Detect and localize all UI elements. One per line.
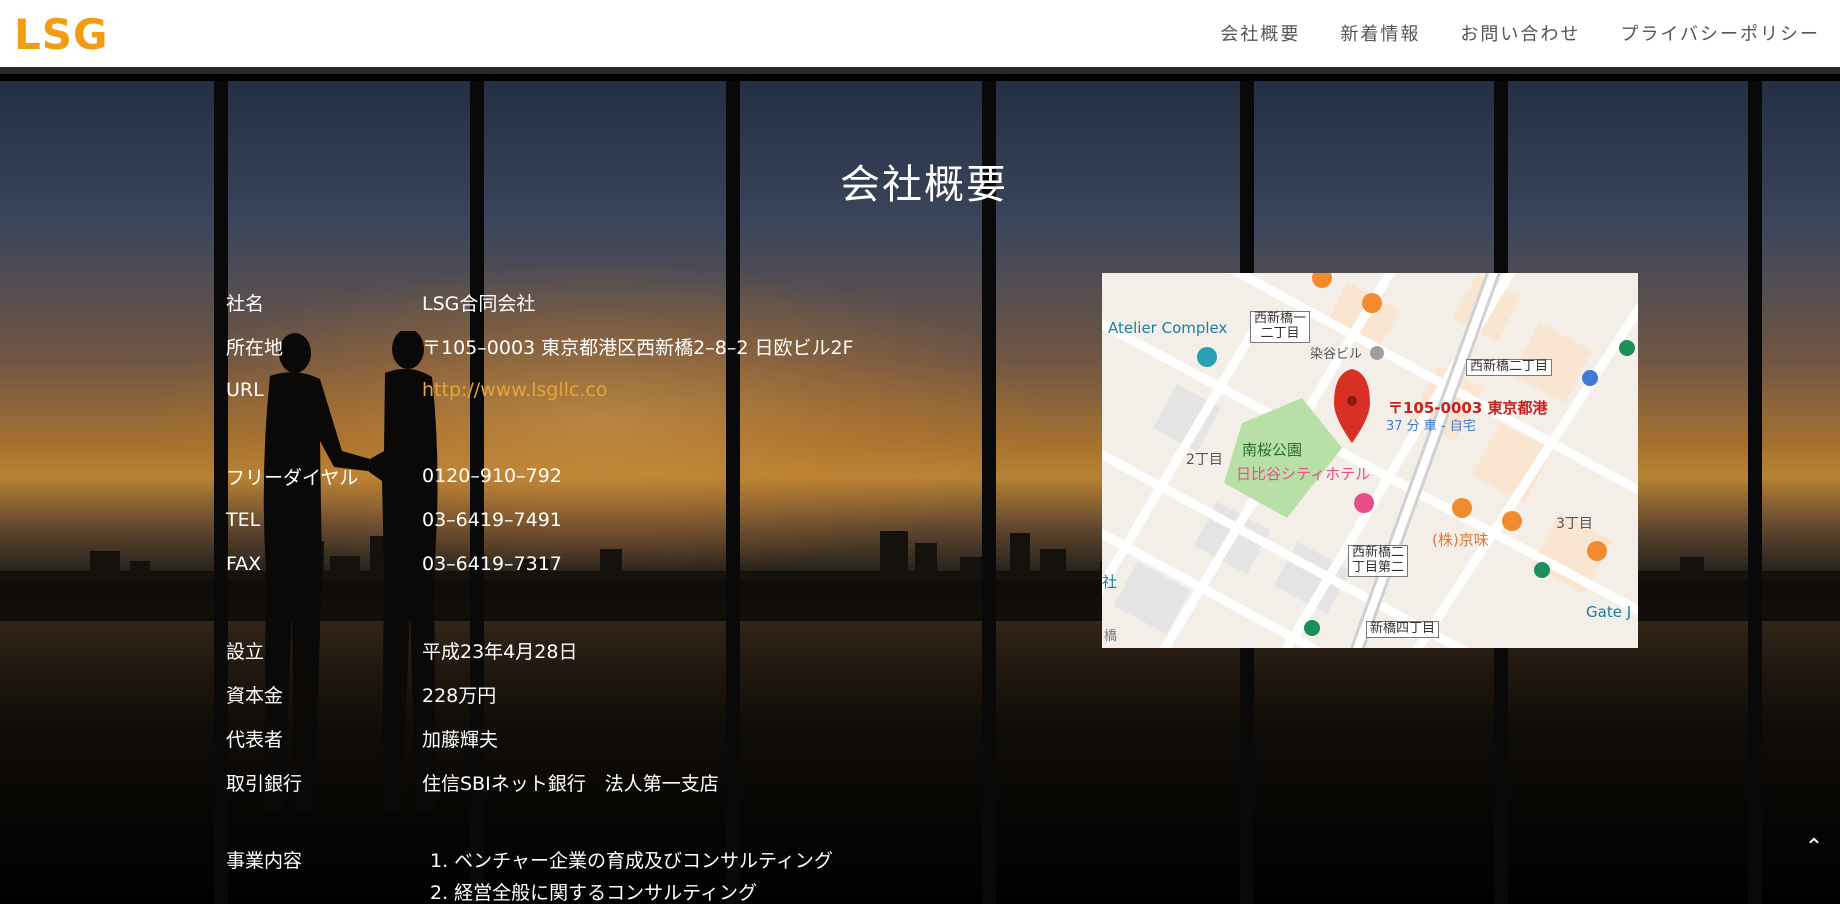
nav-company[interactable]: 会社概要 (1220, 20, 1300, 46)
info-row-capital: 資本金 228万円 (226, 672, 1086, 716)
nav-contact[interactable]: お問い合わせ (1460, 20, 1580, 46)
info-value: 平成23年4月28日 (422, 640, 578, 663)
info-value: 加藤輝夫 (422, 728, 499, 751)
website-link[interactable]: http://www.lsgllc.co (422, 379, 607, 401)
info-value: 03–6419–7491 (422, 509, 562, 531)
page-title: 会社概要 (840, 162, 1008, 208)
info-key: 社名 (226, 292, 265, 315)
info-row-address: 所在地 〒105–0003 東京都港区西新橋2–8–2 日欧ビル2F (226, 324, 1086, 368)
map-label-nishi2: 西新橋二丁目 (1466, 359, 1553, 376)
info-value: 228万円 (422, 684, 497, 707)
map-label-hotel: 日比谷シティホテル (1236, 465, 1371, 483)
business-content: 事業内容 1. ベンチャー企業の育成及びコンサルティング 2. 経営全般に関する… (226, 846, 833, 904)
info-value: 〒105–0003 東京都港区西新橋2–8–2 日欧ビル2F (422, 336, 854, 359)
info-key: FAX (226, 553, 262, 575)
info-value: 0120–910–792 (422, 465, 562, 487)
info-row-tel: TEL 03–6419–7491 (226, 498, 1086, 542)
info-value: http://www.lsgllc.co (422, 379, 1086, 401)
info-key: 事業内容 (226, 850, 303, 872)
info-key: 資本金 (226, 684, 284, 707)
info-row-name: 社名 LSG合同会社 (226, 280, 1086, 324)
map-label-kyomi: (株)京味 (1432, 531, 1489, 549)
map-label-somei: 染谷ビル (1310, 347, 1363, 362)
info-value: 住信SBIネット銀行 法人第一支店 (422, 772, 719, 795)
business-item: 1. ベンチャー企業の育成及びコンサルティング (430, 850, 833, 872)
nav-news[interactable]: 新着情報 (1340, 20, 1420, 46)
map-label-chome2: 2丁目 (1186, 452, 1223, 468)
google-map[interactable]: Atelier Complex 西新橋一 二丁目 染谷ビル 西新橋二丁目 〒10… (1102, 273, 1638, 648)
logo[interactable]: LSG (14, 14, 109, 56)
business-item: 2. 経営全般に関するコンサルティング (430, 882, 758, 904)
site-header: LSG 会社概要 新着情報 お問い合わせ プライバシーポリシー (0, 0, 1840, 74)
info-row-established: 設立 平成23年4月28日 (226, 628, 1086, 672)
info-row-bank: 取引銀行 住信SBIネット銀行 法人第一支店 (226, 760, 1086, 804)
map-label-chome3: 3丁目 (1556, 516, 1593, 532)
map-label-shinbashi4: 新橋四丁目 (1366, 621, 1440, 638)
business-list: 1. ベンチャー企業の育成及びコンサルティング 2. 経営全般に関するコンサルテ… (430, 846, 833, 904)
info-value: 03–6419–7317 (422, 553, 562, 575)
info-row-fax: FAX 03–6419–7317 (226, 542, 1086, 586)
info-key: 所在地 (226, 336, 284, 359)
info-key: 代表者 (226, 728, 284, 751)
map-label-park: 南桜公園 (1242, 441, 1303, 459)
main-nav: 会社概要 新着情報 お問い合わせ プライバシーポリシー (1220, 20, 1820, 46)
map-label-nishi3: 西新橋二 丁目第二 (1348, 545, 1409, 577)
info-key: TEL (226, 509, 261, 531)
company-info-table: 社名 LSG合同会社 所在地 〒105–0003 東京都港区西新橋2–8–2 日… (226, 280, 1086, 804)
info-row-freedial: フリーダイヤル 0120–910–792 (226, 454, 1086, 498)
nav-privacy[interactable]: プライバシーポリシー (1620, 20, 1820, 46)
map-label-hashi: 橋 (1104, 629, 1118, 644)
info-key: 取引銀行 (226, 772, 303, 795)
map-label-gate: Gate J (1586, 603, 1632, 621)
info-row-url: URL http://www.lsgllc.co (226, 368, 1086, 412)
info-key: URL (226, 379, 264, 401)
info-row-representative: 代表者 加藤輝夫 (226, 716, 1086, 760)
info-value: LSG合同会社 (422, 292, 536, 315)
map-label-atelier: Atelier Complex (1108, 319, 1228, 337)
map-label-sha: 社 (1102, 573, 1118, 591)
map-label-nishi1: 西新橋一 二丁目 (1250, 311, 1311, 343)
map-label-pin-sub: 37 分 車 - 自宅 (1386, 419, 1476, 434)
info-key: フリーダイヤル (226, 466, 359, 489)
chevron-up-icon[interactable]: ⌃ (1802, 836, 1826, 860)
info-key: 設立 (226, 640, 265, 663)
